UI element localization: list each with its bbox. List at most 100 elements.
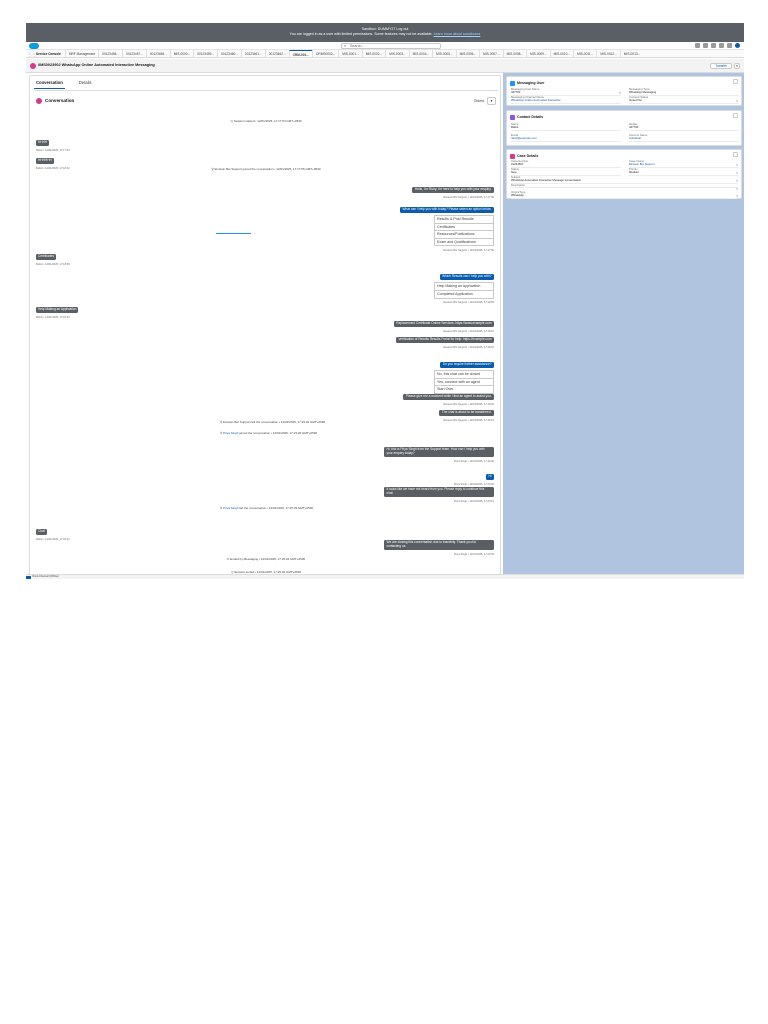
field-value[interactable]: Individual	[629, 137, 739, 142]
console-tab[interactable]: ORMS0002...	[311, 50, 338, 57]
console-tab[interactable]: MIS-0009...	[526, 50, 549, 57]
edit-pencil-icon[interactable]: ✎	[736, 179, 739, 183]
console-tab[interactable]: MIS-0010...	[549, 50, 573, 57]
agent-joined-text: joined the conversation • 12/01/2025, 17…	[238, 431, 318, 435]
message-bubble: It looks like we have not heard from you…	[384, 486, 494, 498]
card-menu-chevron-icon[interactable]	[733, 152, 738, 157]
console-tab[interactable]: MIS-0006...	[455, 50, 479, 57]
message-meta: Priya Singh • 12/01/2025, 17:23:10	[453, 500, 494, 503]
edit-pencil-icon[interactable]: ✎	[736, 99, 739, 103]
message-bubble: What can I help you with today? Please s…	[400, 206, 494, 214]
case-icon	[510, 153, 515, 159]
message-bubble: Help Making an Application	[36, 306, 79, 314]
session-started-text: Session started • 12/01/2025, 17:17:54 G…	[233, 119, 302, 123]
message-meta: Priya Singh • 12/01/2025, 17:24:59	[453, 553, 494, 556]
console-tab[interactable]: MIS-0012...	[596, 50, 619, 57]
add-icon[interactable]	[703, 43, 708, 48]
message-bubble: The chat is about to be transferred.	[439, 409, 494, 417]
console-tab[interactable]: 00123458...	[145, 50, 170, 57]
setup-gear-icon[interactable]	[719, 43, 724, 48]
inbound-message: Certificates Rahul • 12/01/2025, 17:18:0…	[36, 244, 70, 266]
more-actions-chevron-icon[interactable]: ▾	[734, 63, 740, 69]
transfer-button[interactable]: Transfer	[710, 63, 732, 69]
console-tab[interactable]: 00123457...	[122, 50, 146, 57]
favorites-icon[interactable]	[695, 43, 700, 48]
agent-name-link[interactable]: Priya Singh	[223, 506, 238, 510]
notifications-bell-icon[interactable]	[727, 43, 732, 48]
console-tab[interactable]: 00123462...	[264, 50, 289, 57]
menu-option: Completed Application	[434, 291, 494, 299]
search-placeholder: Search...	[350, 44, 365, 48]
console-tab-bar: ⋮⋮ Service Console MRF Management 0012345…	[26, 50, 744, 58]
agent-left-event: ⚲ Priya Singh left the conversation • 12…	[220, 506, 313, 510]
message-meta: Einstein Bot Support • 12/01/2025, 17:19…	[443, 419, 494, 422]
field-value	[511, 187, 737, 189]
menu-option: Resources/Publications	[434, 231, 494, 239]
edit-pencil-icon[interactable]: ✎	[736, 163, 739, 167]
console-tab[interactable]: MIS-0003...	[385, 50, 408, 57]
field-value: Rahul	[511, 126, 621, 131]
outbound-menu-message: Which Results can I help you with? Help …	[434, 264, 494, 304]
agent-name-link[interactable]: Priya Singh	[223, 431, 238, 435]
tabs-divider	[34, 90, 498, 91]
message-bubble: Do you require further assistance?	[440, 361, 494, 369]
bot-left-event: ⚲ Einstein Bot Support left the conversa…	[220, 420, 325, 424]
edit-pencil-icon[interactable]: ✎	[619, 91, 622, 95]
message-bubble: Verification of Results Results Portal f…	[395, 336, 494, 344]
console-tab[interactable]: 00123459...	[193, 50, 217, 57]
field-value[interactable]: WhatsApp Online Automated Interactive	[511, 99, 621, 104]
help-icon[interactable]	[711, 43, 716, 48]
menu-option: Certificates	[434, 223, 494, 232]
scroll-indicator	[216, 233, 251, 234]
message-bubble: HHHHHH	[36, 157, 54, 165]
console-tab[interactable]: 00123461...	[240, 50, 265, 57]
card-menu-chevron-icon[interactable]	[733, 79, 738, 84]
field-value: WhatsApp	[511, 194, 737, 199]
session-started-event: ◷ Session started • 12/01/2025, 17:17:54…	[30, 119, 500, 123]
card-menu-chevron-icon[interactable]	[733, 113, 738, 118]
sort-dropdown-chevron-icon[interactable]: ▾	[487, 97, 496, 105]
global-search-input[interactable]: ⌕ Search...	[341, 43, 441, 49]
tab-details[interactable]: Details	[77, 78, 94, 89]
field-value[interactable]: rahul@example.com	[511, 137, 621, 142]
omni-channel-label[interactable]: Omni-Channel (Offline)	[32, 575, 59, 578]
console-tab[interactable]: MIS-0001...	[338, 50, 361, 57]
console-tab[interactable]: MIS-0004...	[408, 50, 432, 57]
outbound-message: Hello, I'm Ruby, I'm here to help you wi…	[412, 177, 494, 199]
message-bubble: Which Results can I help you with?	[439, 273, 494, 281]
omni-channel-icon[interactable]	[26, 576, 31, 579]
console-tab[interactable]: 00123460...	[217, 50, 241, 57]
console-tab[interactable]: CRM-001...	[288, 50, 312, 57]
salesforce-logo-icon[interactable]	[29, 43, 39, 49]
banner-link[interactable]: Learn more about sandboxes	[434, 32, 481, 36]
console-tab[interactable]: MIS-0007...	[479, 50, 502, 57]
bot-left-text: Einstein Bot Support left the conversati…	[223, 420, 326, 424]
console-tab[interactable]: 00123456...	[98, 50, 122, 57]
message-meta: Einstein Bot Support • 12/01/2025, 17:17…	[443, 248, 494, 252]
console-tab[interactable]: MIS-0005...	[432, 50, 455, 57]
conversation-panel: Conversation Details Conversation Oldest…	[29, 75, 501, 576]
console-tab[interactable]: MIS-0011...	[573, 50, 596, 57]
app-launcher-icon[interactable]: ⋮⋮	[28, 52, 36, 57]
edit-pencil-icon[interactable]: ✎	[736, 194, 739, 198]
message-bubble: Hello, I'm Ruby, I'm here to help you wi…	[412, 186, 494, 194]
outbound-message: Verification of Results Results Portal f…	[395, 327, 494, 349]
message-bubble: We are closing this conversation due to …	[384, 539, 494, 551]
edit-pencil-icon[interactable]: ✎	[736, 187, 739, 191]
console-tab[interactable]: MIS-0008...	[502, 50, 526, 57]
edit-pencil-icon[interactable]: ✎	[736, 171, 739, 175]
avatar[interactable]	[735, 43, 740, 48]
console-tab[interactable]: MIS-0000...	[169, 50, 193, 57]
console-tab[interactable]: MIS-0013...	[619, 50, 643, 57]
console-tab[interactable]: MRF Management	[64, 50, 98, 57]
message-bubble: HHHH	[36, 139, 50, 147]
banner-line-1: Sandbox: DUMMY27 Log out	[361, 27, 409, 31]
console-tab[interactable]: MIS-0002...	[361, 50, 385, 57]
bot-joined-text: Einstein Bot Support joined the conversa…	[214, 167, 321, 171]
menu-option: Help Making an Application	[434, 282, 494, 291]
sandbox-banner: Sandbox: DUMMY27 Log out You are logged …	[26, 23, 744, 42]
sort-label: Oldest	[473, 99, 484, 103]
global-header: ⌕ Search...	[26, 42, 744, 50]
outbound-message: The chat is about to be transferred. Ein…	[439, 400, 494, 422]
tab-conversation[interactable]: Conversation	[34, 78, 65, 89]
